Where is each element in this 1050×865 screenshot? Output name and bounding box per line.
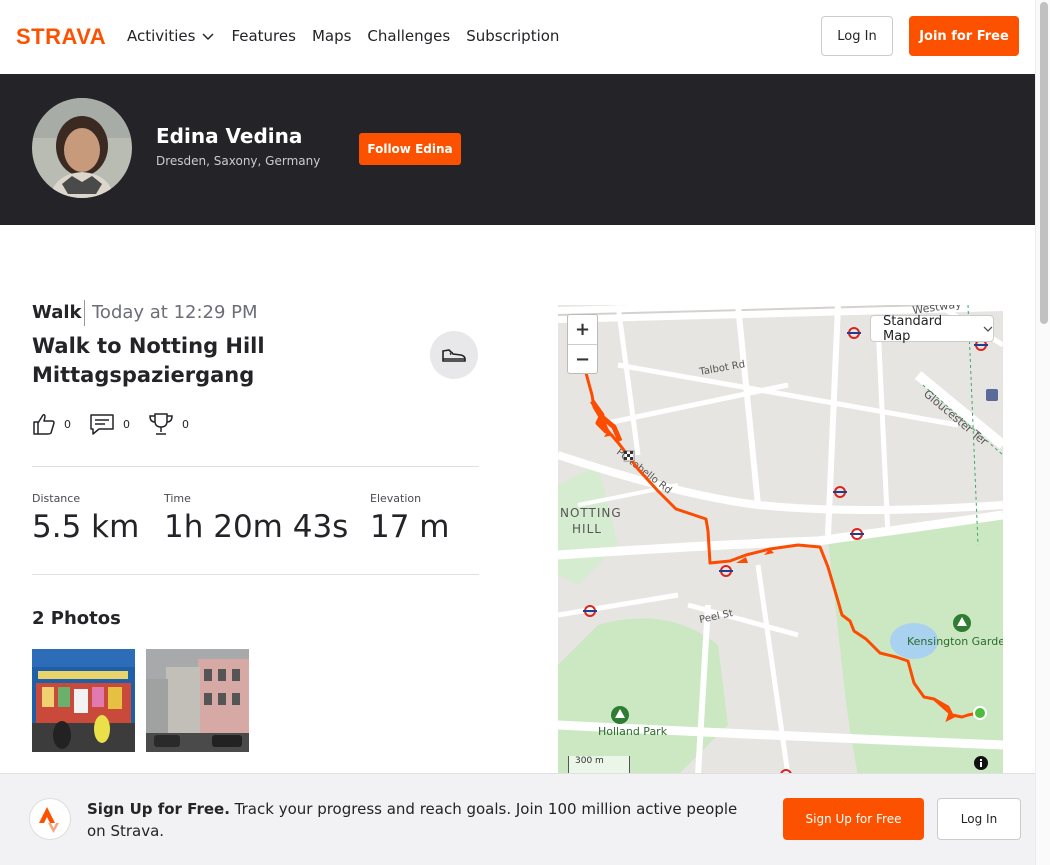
achievements-button[interactable]: 0 [148, 412, 189, 436]
nav-subscription[interactable]: Subscription [466, 27, 559, 45]
nav-challenges[interactable]: Challenges [367, 27, 450, 45]
divider [32, 466, 479, 467]
finish-flag-icon [623, 450, 635, 462]
login-button-bottom[interactable]: Log In [937, 798, 1021, 840]
map-label: Kensington Garde [907, 635, 1003, 648]
top-navigation: STRAVA Activities Features Maps Challeng… [0, 0, 1035, 74]
nav-activities-label: Activities [127, 27, 196, 45]
map-style-select[interactable]: Standard Map [870, 313, 994, 344]
map-zoom-controls: + − [567, 314, 598, 374]
map-label: HILL [572, 522, 602, 536]
social-actions: 0 0 0 [32, 412, 189, 436]
athlete-location: Dresden, Saxony, Germany [156, 154, 321, 168]
vertical-scrollbar[interactable] [1035, 0, 1050, 865]
divider [84, 300, 85, 326]
stat-label: Time [164, 492, 191, 505]
shoe-icon [442, 349, 466, 362]
stat-time: Time 1h 20m 43s [164, 492, 348, 545]
signup-button[interactable]: Sign Up for Free [783, 798, 924, 840]
stat-value: 1h 20m 43s [164, 509, 349, 545]
chevron-down-icon [983, 326, 993, 332]
signup-bold-text: Sign Up for Free. [87, 800, 230, 818]
login-button[interactable]: Log In [821, 16, 893, 56]
route-map[interactable]: Westway Talbot Rd Gloucester Ter Portobe… [558, 305, 1003, 775]
athlete-banner: Edina Vedina Dresden, Saxony, Germany Fo… [0, 74, 1035, 225]
follow-button[interactable]: Follow Edina [359, 133, 461, 165]
stat-value: 5.5 km [32, 509, 140, 545]
comment-icon [90, 414, 114, 435]
info-icon[interactable] [973, 755, 989, 771]
comments-count: 0 [123, 417, 130, 431]
map-scale: 300 m [568, 756, 630, 774]
photo-thumbnail[interactable] [32, 649, 135, 752]
photos-title: 2 Photos [32, 608, 121, 629]
nav-features[interactable]: Features [231, 27, 296, 45]
thumbs-up-icon [33, 414, 55, 435]
nav-menu: Activities Features Maps Challenges Subs… [127, 0, 559, 72]
chevron-down-icon [202, 33, 214, 41]
zoom-in-button[interactable]: + [568, 315, 597, 344]
trophy-icon [149, 413, 173, 435]
athlete-name[interactable]: Edina Vedina [156, 124, 302, 148]
scrollbar-thumb[interactable] [1040, 2, 1048, 324]
strava-mark-icon [29, 798, 71, 840]
photo-thumbnail[interactable] [146, 649, 249, 752]
zoom-out-button[interactable]: − [568, 345, 597, 374]
signup-message: Sign Up for Free. Track your progress an… [87, 798, 757, 842]
stat-distance: Distance 5.5 km [32, 492, 139, 545]
nav-activities[interactable]: Activities [127, 27, 215, 45]
map-style-value: Standard Map [883, 313, 943, 344]
avatar[interactable] [32, 98, 132, 198]
map-label: Holland Park [598, 725, 668, 738]
activity-title: Walk to Notting Hill Mittagspaziergang [32, 334, 265, 387]
nav-maps[interactable]: Maps [312, 27, 351, 45]
nav-maps-label: Maps [311, 27, 352, 45]
map-label: NOTTING [560, 506, 622, 520]
nav-subscription-label: Subscription [466, 27, 560, 45]
achievements-count: 0 [182, 417, 189, 431]
stat-label: Distance [32, 492, 81, 505]
strava-logo[interactable]: STRAVA [16, 25, 112, 47]
activity-type: Walk [32, 302, 82, 323]
kudos-button[interactable]: 0 [32, 412, 71, 436]
comments-button[interactable]: 0 [89, 412, 130, 436]
join-button[interactable]: Join for Free [909, 16, 1019, 56]
stat-value: 17 m [370, 509, 450, 545]
nav-features-label: Features [231, 27, 296, 45]
gear-shoe-button[interactable] [430, 331, 478, 379]
nav-challenges-label: Challenges [367, 27, 451, 45]
stat-elevation: Elevation 17 m [370, 492, 450, 545]
svg-text:STRAVA: STRAVA [16, 25, 106, 47]
activity-date: Today at 12:29 PM [92, 302, 258, 323]
stat-label: Elevation [370, 492, 422, 505]
signup-banner: Sign Up for Free. Track your progress an… [0, 773, 1035, 865]
kudos-count: 0 [64, 417, 71, 431]
divider [32, 574, 479, 575]
